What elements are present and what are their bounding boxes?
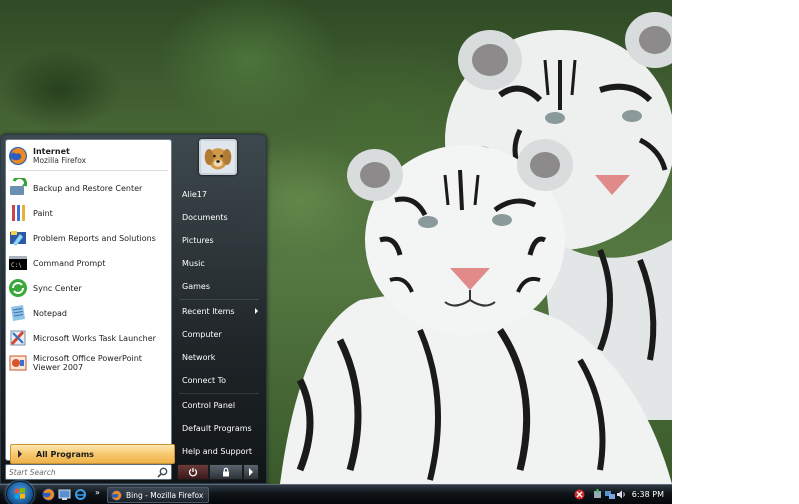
taskbar-button-firefox[interactable]: Bing - Mozilla Firefox	[107, 487, 209, 503]
sync-center-icon	[9, 279, 27, 297]
right-item-default-programs[interactable]: Default Programs	[176, 419, 262, 438]
right-item-label: Network	[182, 353, 216, 362]
desktop: Internet Mozilla Firefox Backup and Rest…	[0, 0, 672, 504]
firefox-icon	[9, 147, 27, 165]
right-item-music[interactable]: Music	[176, 254, 262, 273]
right-item-label: Computer	[182, 330, 222, 339]
pinned-title: Internet	[33, 147, 70, 156]
program-label: Backup and Restore Center	[33, 183, 143, 193]
power-icon	[188, 468, 198, 477]
command-prompt-icon: C:\	[9, 256, 27, 270]
power-controls	[177, 464, 261, 480]
search-icon[interactable]	[157, 467, 168, 478]
lock-button[interactable]	[209, 464, 243, 480]
network-icon[interactable]	[604, 489, 615, 500]
notification-area: 6:38 PM	[570, 485, 672, 504]
right-item-label: Music	[182, 259, 205, 268]
svg-text:C:\: C:\	[11, 262, 22, 269]
taskbar-button-label: Bing - Mozilla Firefox	[126, 490, 204, 500]
arrow-right-icon	[255, 308, 258, 314]
right-item-label: Games	[182, 282, 210, 291]
programs-pane: Internet Mozilla Firefox Backup and Rest…	[5, 139, 175, 464]
program-label: Command Prompt	[33, 258, 106, 268]
pinned-divider	[10, 170, 168, 171]
volume-icon[interactable]	[616, 489, 627, 500]
security-alert-icon[interactable]	[574, 489, 585, 500]
internet-explorer-icon[interactable]	[74, 488, 87, 501]
arrow-right-icon	[249, 468, 253, 476]
right-item-label: Alie17	[182, 190, 208, 199]
power-button[interactable]	[177, 464, 209, 480]
backup-restore-icon	[10, 178, 28, 195]
right-item-label: Recent Items	[182, 307, 235, 316]
program-item-paint[interactable]: Paint	[8, 202, 170, 224]
right-item-games[interactable]: Games	[176, 277, 262, 296]
works-task-launcher-icon	[10, 330, 26, 346]
firefox-icon	[111, 489, 122, 501]
safely-remove-hardware-icon[interactable]	[592, 489, 603, 500]
right-item-label: Control Panel	[182, 401, 236, 410]
program-item-powerpoint-viewer[interactable]: Microsoft Office PowerPoint Viewer 2007	[8, 351, 170, 375]
program-label: Microsoft Office PowerPoint Viewer 2007	[33, 354, 142, 372]
all-programs-button[interactable]: All Programs	[10, 444, 175, 465]
lock-icon	[223, 467, 229, 477]
right-item-user[interactable]: Alie17	[176, 185, 262, 204]
right-pane-divider	[179, 393, 259, 394]
start-search-box	[5, 464, 172, 480]
pinned-subtitle: Mozilla Firefox	[33, 156, 87, 165]
program-label: Sync Center	[33, 283, 82, 293]
arrow-right-icon	[18, 450, 22, 458]
right-item-label: Connect To	[182, 376, 227, 385]
firefox-quicklaunch-icon[interactable]	[42, 488, 55, 501]
notepad-icon	[11, 305, 25, 321]
program-label: Microsoft Works Task Launcher	[33, 333, 156, 343]
problem-reports-icon	[10, 231, 26, 246]
right-item-documents[interactable]: Documents	[176, 208, 262, 227]
program-item-problem-reports[interactable]: Problem Reports and Solutions	[8, 227, 170, 249]
quicklaunch-overflow-icon[interactable]: »	[95, 488, 100, 497]
taskbar: » Bing - Mozilla Firefox 6:38 PM	[0, 481, 672, 504]
power-options-button[interactable]	[243, 464, 259, 480]
right-item-network[interactable]: Network	[176, 348, 262, 367]
right-item-label: Documents	[182, 213, 228, 222]
program-item-notepad[interactable]: Notepad	[8, 302, 170, 324]
all-programs-bar: All Programs	[10, 444, 175, 464]
pinned-internet-item[interactable]: Internet Mozilla Firefox	[8, 143, 170, 169]
right-item-help-support[interactable]: Help and Support	[176, 442, 262, 461]
right-item-label: Default Programs	[182, 424, 252, 433]
program-item-sync-center[interactable]: Sync Center	[8, 277, 170, 299]
program-item-backup-restore[interactable]: Backup and Restore Center	[8, 177, 170, 199]
start-menu: Internet Mozilla Firefox Backup and Rest…	[0, 134, 267, 484]
powerpoint-viewer-icon	[9, 355, 27, 371]
right-item-recent-items[interactable]: Recent Items	[176, 302, 262, 321]
program-label: Notepad	[33, 308, 67, 318]
right-item-label: Pictures	[182, 236, 214, 245]
right-item-computer[interactable]: Computer	[176, 325, 262, 344]
program-item-works-task-launcher[interactable]: Microsoft Works Task Launcher	[8, 327, 170, 349]
taskbar-clock[interactable]: 6:38 PM	[632, 490, 664, 499]
start-button[interactable]	[6, 481, 34, 504]
right-item-control-panel[interactable]: Control Panel	[176, 396, 262, 415]
program-label: Paint	[33, 208, 53, 218]
start-search-input[interactable]	[9, 466, 149, 479]
program-label: Problem Reports and Solutions	[33, 233, 156, 243]
right-item-label: Help and Support	[182, 447, 252, 456]
program-item-command-prompt[interactable]: C:\ Command Prompt	[8, 252, 170, 274]
right-item-pictures[interactable]: Pictures	[176, 231, 262, 250]
windows-logo-icon	[15, 487, 25, 499]
paint-icon	[12, 205, 25, 221]
dog-avatar-icon	[201, 141, 235, 173]
right-pane-divider	[179, 299, 259, 300]
show-desktop-icon[interactable]	[58, 488, 71, 501]
right-item-connect-to[interactable]: Connect To	[176, 371, 262, 390]
user-avatar[interactable]	[199, 139, 237, 175]
all-programs-label: All Programs	[36, 449, 94, 459]
